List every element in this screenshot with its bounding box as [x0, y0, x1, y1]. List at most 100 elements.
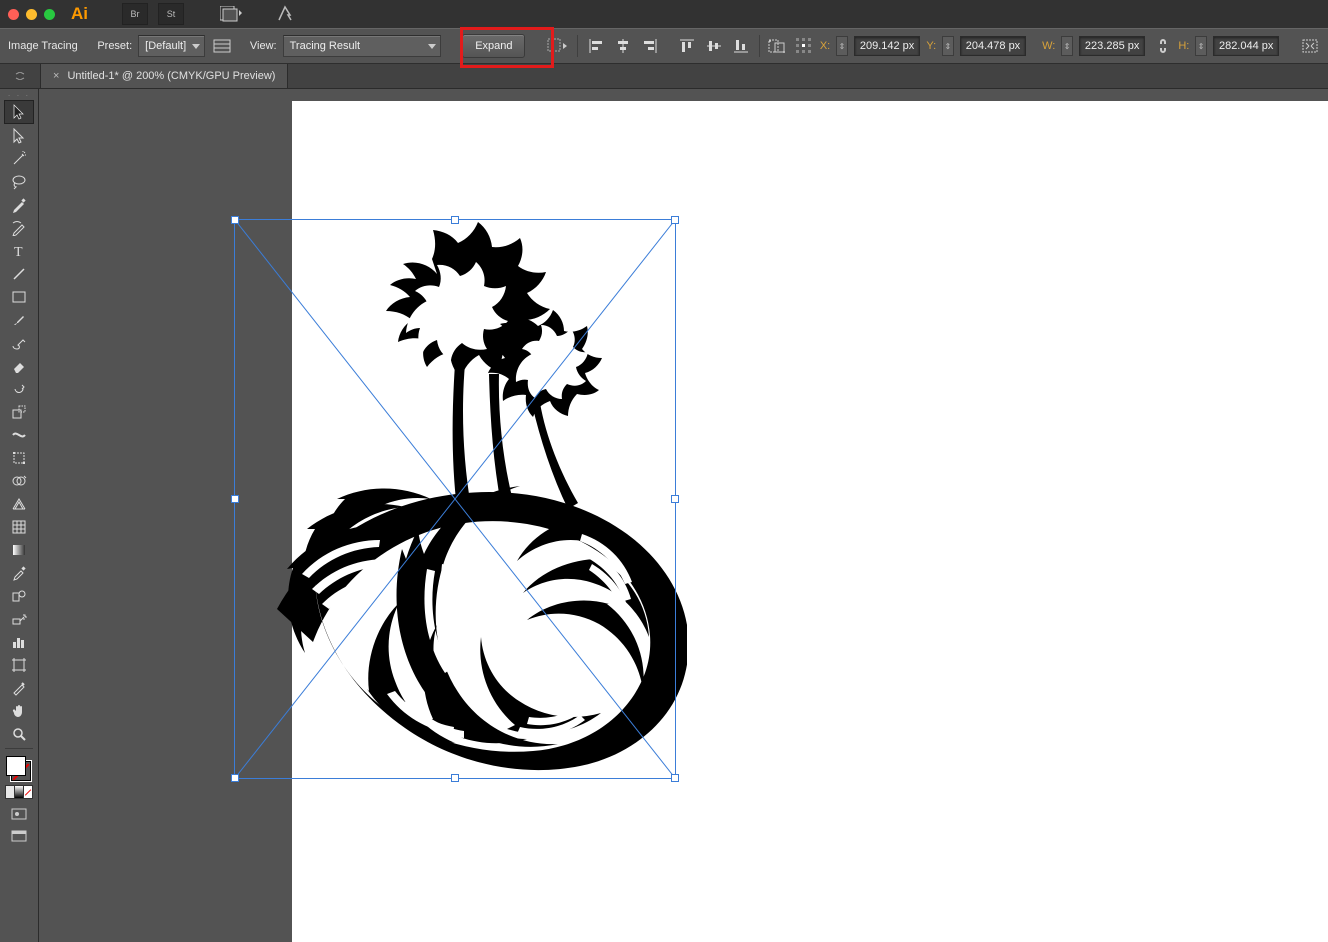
tracing-options-icon[interactable] [211, 35, 232, 57]
app-logo-icon: Ai [71, 4, 88, 24]
rotate-tool[interactable] [5, 378, 33, 400]
slice-tool[interactable] [5, 677, 33, 699]
color-mode-icon[interactable] [5, 785, 15, 799]
scale-tool[interactable] [5, 401, 33, 423]
align-right-icon[interactable] [640, 35, 661, 57]
gpu-preview-icon[interactable] [274, 3, 296, 25]
align-top-icon[interactable] [676, 35, 697, 57]
fill-stroke-control[interactable] [6, 756, 32, 782]
mesh-tool[interactable] [5, 516, 33, 538]
selection-tool[interactable] [4, 100, 34, 124]
close-window-icon[interactable] [8, 9, 19, 20]
eraser-tool[interactable] [5, 355, 33, 377]
shape-builder-tool[interactable] [5, 470, 33, 492]
document-tab-title: Untitled-1* @ 200% (CMYK/GPU Preview) [67, 70, 275, 82]
direct-selection-tool[interactable] [5, 125, 33, 147]
fill-swatch[interactable] [6, 756, 26, 776]
transform-panel-icon[interactable] [768, 35, 789, 57]
handle-tc[interactable] [451, 216, 459, 224]
align-hcenter-icon[interactable] [613, 35, 634, 57]
y-scrubber[interactable]: ⇕ [942, 36, 954, 56]
y-label: Y: [926, 40, 936, 52]
h-input[interactable]: 282.044 px [1213, 36, 1280, 56]
eyedropper-tool[interactable] [5, 562, 33, 584]
type-tool[interactable]: T [5, 240, 33, 262]
main-area: · · · T [0, 89, 1328, 942]
rectangle-tool[interactable] [5, 286, 33, 308]
handle-br[interactable] [671, 774, 679, 782]
y-input[interactable]: 204.478 px [960, 36, 1027, 56]
tool-panel-grip[interactable] [0, 64, 41, 88]
x-label: X: [820, 40, 830, 52]
column-graph-tool[interactable] [5, 631, 33, 653]
svg-text:T: T [14, 245, 23, 259]
preset-dropdown[interactable]: [Default] [138, 35, 205, 57]
preset-value: [Default] [145, 40, 186, 52]
shaper-tool[interactable] [5, 332, 33, 354]
title-bar: Ai Br St [0, 0, 1328, 28]
magic-wand-tool[interactable] [5, 148, 33, 170]
handle-bl[interactable] [231, 774, 239, 782]
expand-button[interactable]: Expand [462, 34, 525, 58]
handle-bc[interactable] [451, 774, 459, 782]
hand-tool[interactable] [5, 700, 33, 722]
view-label: View: [250, 40, 277, 52]
x-scrubber[interactable]: ⇕ [836, 36, 848, 56]
artboard-tool[interactable] [5, 654, 33, 676]
align-left-icon[interactable] [586, 35, 607, 57]
draw-mode-icon[interactable] [5, 803, 33, 825]
chevron-down-icon [192, 44, 200, 49]
h-label: H: [1178, 40, 1189, 52]
color-mode-controls[interactable] [5, 785, 33, 797]
zoom-tool[interactable] [5, 723, 33, 745]
lasso-tool[interactable] [5, 171, 33, 193]
paintbrush-tool[interactable] [5, 309, 33, 331]
symbol-sprayer-tool[interactable] [5, 608, 33, 630]
free-transform-tool[interactable] [5, 447, 33, 469]
separator [577, 35, 578, 57]
h-scrubber[interactable]: ⇕ [1195, 36, 1207, 56]
stock-button[interactable]: St [158, 3, 184, 25]
bridge-button[interactable]: Br [122, 3, 148, 25]
align-vcenter-icon[interactable] [703, 35, 724, 57]
isolate-dropdown-icon[interactable] [547, 35, 569, 57]
panel-grip-icon[interactable]: · · · [0, 91, 38, 99]
selection-bounding-box[interactable] [234, 219, 676, 779]
pen-tool[interactable] [5, 194, 33, 216]
none-mode-icon[interactable] [24, 785, 33, 799]
width-tool[interactable] [5, 424, 33, 446]
w-label: W: [1042, 40, 1055, 52]
arrange-documents-button[interactable] [218, 4, 244, 24]
handle-tr[interactable] [671, 216, 679, 224]
perspective-grid-tool[interactable] [5, 493, 33, 515]
canvas[interactable] [39, 89, 1328, 942]
w-scrubber[interactable]: ⇕ [1061, 36, 1073, 56]
blend-tool[interactable] [5, 585, 33, 607]
link-wh-icon[interactable] [1151, 35, 1172, 57]
reference-point-icon[interactable] [795, 35, 814, 57]
screen-mode-icon[interactable] [5, 826, 33, 848]
document-tab[interactable]: × Untitled-1* @ 200% (CMYK/GPU Preview) [41, 64, 288, 88]
view-value: Tracing Result [290, 40, 361, 52]
window-controls [8, 9, 55, 20]
zoom-window-icon[interactable] [44, 9, 55, 20]
gradient-tool[interactable] [5, 539, 33, 561]
view-dropdown[interactable]: Tracing Result [283, 35, 441, 57]
handle-mr[interactable] [671, 495, 679, 503]
control-bar: Image Tracing Preset: [Default] View: Tr… [0, 28, 1328, 64]
selection-diagonals [235, 220, 675, 778]
close-tab-icon[interactable]: × [53, 70, 59, 82]
tools-panel: · · · T [0, 89, 39, 942]
minimize-window-icon[interactable] [26, 9, 37, 20]
align-bottom-icon[interactable] [730, 35, 751, 57]
mode-label: Image Tracing [8, 40, 78, 52]
fit-icon[interactable] [1299, 35, 1320, 57]
separator [5, 748, 33, 749]
gradient-mode-icon[interactable] [15, 785, 24, 799]
handle-ml[interactable] [231, 495, 239, 503]
handle-tl[interactable] [231, 216, 239, 224]
w-input[interactable]: 223.285 px [1079, 36, 1146, 56]
curvature-tool[interactable] [5, 217, 33, 239]
line-tool[interactable] [5, 263, 33, 285]
x-input[interactable]: 209.142 px [854, 36, 921, 56]
